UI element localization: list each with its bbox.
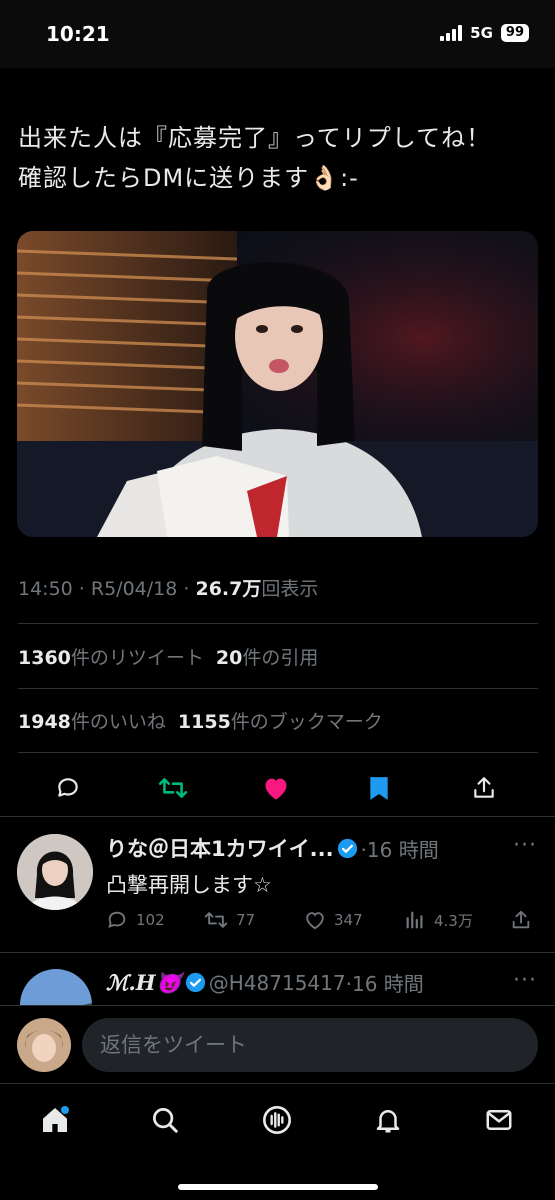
reply-author-name[interactable]: ℳ.H😈	[106, 970, 182, 996]
reply-retweet-button[interactable]: 77	[204, 909, 255, 931]
reply-header: りな＠日本1カワイイ... ·16 時間	[106, 833, 439, 863]
reply-author-name[interactable]: りな＠日本1カワイイ...	[106, 833, 334, 863]
reply-button[interactable]	[50, 768, 86, 808]
retweet-quote-stats: 1360件のリツイート 20件の引用	[18, 643, 318, 670]
battery-indicator: 99	[500, 24, 529, 42]
tweet-photo[interactable]	[17, 231, 538, 537]
retweet-icon	[204, 912, 228, 928]
reply-share-button[interactable]	[510, 909, 532, 931]
like-button[interactable]	[258, 768, 294, 808]
tweet-meta: 14:50 · R5/04/18 · 26.7万回表示	[18, 574, 318, 601]
retweet-count: 77	[236, 911, 256, 929]
reply-views-button[interactable]: 4.3万	[404, 909, 473, 931]
heart-icon	[306, 912, 324, 930]
avatar-image	[17, 834, 93, 910]
more-options-button[interactable]: ···	[513, 833, 537, 858]
meta-separator: ·	[72, 578, 91, 600]
quote-label: 件の引用	[242, 647, 319, 669]
messages-icon	[486, 1110, 512, 1130]
divider	[0, 816, 555, 817]
share-button[interactable]	[466, 768, 502, 808]
reply-like-button[interactable]: 347	[304, 909, 363, 931]
my-avatar[interactable]	[17, 1018, 71, 1072]
tweet-date: R5/04/18	[90, 578, 178, 600]
share-icon	[512, 910, 530, 929]
reply-count: 102	[136, 911, 165, 929]
retweet-button[interactable]	[155, 768, 191, 808]
avatar-image	[20, 969, 92, 1005]
reply-header: ℳ.H😈 @H48715417 ·16 時間	[106, 968, 424, 997]
status-time: 10:21	[46, 22, 110, 46]
bookmark-count: 1155	[177, 711, 231, 733]
photo-illustration	[17, 231, 538, 537]
reply-timestamp: ·16 時間	[360, 837, 439, 862]
reply-timestamp: ·16 時間	[345, 972, 424, 996]
bookmarks-stat[interactable]: 1155件のブックマーク	[178, 711, 383, 733]
heart-icon	[265, 778, 287, 800]
tab-home[interactable]	[35, 1100, 75, 1140]
tab-notifications[interactable]	[368, 1100, 408, 1140]
divider	[18, 752, 538, 753]
likes-stat[interactable]: 1948件のいいね	[18, 711, 166, 733]
tweet-text-line-1: 出来た人は『応募完了』ってリプしてね！	[18, 124, 492, 152]
like-count: 347	[334, 911, 363, 929]
network-label: 5G	[470, 24, 493, 42]
status-indicators: 5G 99	[440, 24, 529, 42]
meta-separator: ·	[177, 578, 196, 600]
reply-icon	[108, 911, 126, 928]
view-count: 26.7万	[195, 578, 262, 600]
reply-icon	[58, 778, 78, 797]
notifications-icon	[376, 1110, 400, 1133]
status-bar: 10:21 5G 99	[0, 0, 555, 68]
view-count: 4.3万	[434, 911, 473, 930]
reply-text: 凸撃再開します☆	[106, 873, 272, 897]
verified-badge-icon	[185, 972, 205, 993]
like-bookmark-stats: 1948件のいいね 1155件のブックマーク	[18, 707, 383, 734]
bookmark-icon	[370, 777, 388, 800]
cellular-signal-icon	[440, 25, 463, 41]
reply-action-bar: 102 77 347 4.3万	[106, 909, 536, 937]
reply-handle: @H48715417	[208, 970, 346, 995]
share-icon	[474, 777, 494, 798]
quote-count: 20	[215, 647, 243, 669]
bookmark-button[interactable]	[361, 768, 397, 808]
tweet-action-bar	[0, 768, 555, 808]
reply-input[interactable]: 返信をツイート	[82, 1018, 538, 1072]
tweet-text: 出来た人は『応募完了』ってリプしてね！ 確認したらDMに送ります👌🏻:-	[18, 118, 538, 198]
reply-reply-button[interactable]: 102	[106, 909, 165, 931]
quotes-stat[interactable]: 20件の引用	[216, 647, 318, 669]
avatar[interactable]	[17, 834, 93, 910]
tab-messages[interactable]	[479, 1100, 519, 1140]
tab-search[interactable]	[145, 1100, 185, 1140]
retweets-stat[interactable]: 1360件のリツイート	[18, 647, 204, 669]
tab-spaces[interactable]	[257, 1100, 297, 1140]
retweet-label: 件のリツイート	[70, 647, 204, 669]
tweet-time: 14:50	[18, 578, 73, 600]
bookmark-label: 件のブックマーク	[230, 711, 383, 733]
home-icon	[43, 1106, 69, 1132]
avatar-image	[17, 1018, 71, 1072]
spaces-icon	[263, 1106, 291, 1134]
views-icon	[406, 911, 423, 929]
divider	[18, 623, 538, 624]
avatar[interactable]	[20, 969, 92, 1005]
more-options-button[interactable]: ···	[513, 968, 537, 993]
retweet-icon	[158, 778, 188, 798]
retweet-count: 1360	[18, 647, 71, 669]
like-count: 1948	[18, 711, 71, 733]
view-label: 回表示	[261, 578, 319, 600]
divider	[18, 688, 538, 689]
reply-compose-bar: 返信をツイート	[0, 1005, 555, 1083]
verified-badge-icon	[337, 838, 357, 858]
bottom-tab-bar	[0, 1083, 555, 1200]
tweet-text-line-2: 確認したらDMに送ります👌🏻:-	[18, 164, 359, 192]
search-icon	[153, 1108, 178, 1133]
home-indicator	[178, 1184, 378, 1190]
like-label: 件のいいね	[70, 711, 166, 733]
reply-tweet[interactable]: ℳ.H😈 @H48715417 ·16 時間 ···	[0, 953, 555, 1005]
